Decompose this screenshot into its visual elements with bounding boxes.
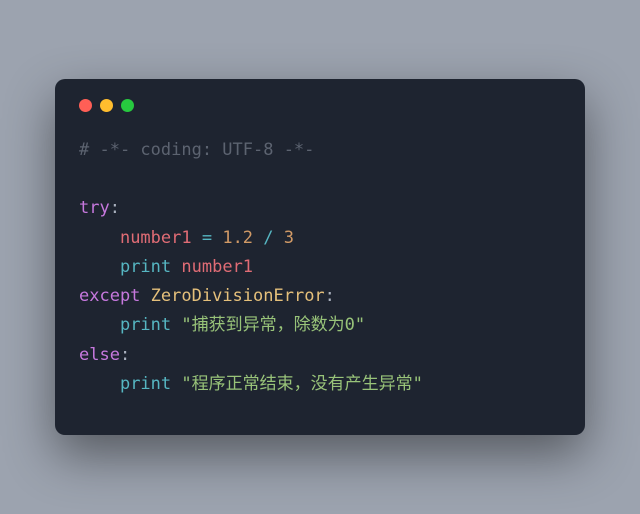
except-keyword: except	[79, 286, 140, 306]
variable: number1	[181, 257, 253, 277]
space	[171, 315, 181, 335]
space	[171, 257, 181, 277]
string-literal: "捕获到异常，除数为0"	[181, 315, 365, 335]
try-keyword: try	[79, 198, 110, 218]
colon: :	[110, 198, 120, 218]
space	[140, 286, 150, 306]
number-literal: 1.2	[222, 228, 253, 248]
indent	[79, 257, 120, 277]
colon: :	[120, 345, 130, 365]
comment-line: # -*- coding: UTF-8 -*-	[79, 140, 314, 160]
indent	[79, 374, 120, 394]
print-keyword: print	[120, 374, 171, 394]
string-literal: "程序正常结束，没有产生异常"	[181, 374, 422, 394]
close-icon[interactable]	[79, 99, 92, 112]
exception-type: ZeroDivisionError	[151, 286, 325, 306]
minimize-icon[interactable]	[100, 99, 113, 112]
else-keyword: else	[79, 345, 120, 365]
zoom-icon[interactable]	[121, 99, 134, 112]
indent	[79, 228, 120, 248]
number-literal: 3	[284, 228, 294, 248]
divide-op: /	[253, 228, 284, 248]
assign-op: =	[192, 228, 223, 248]
indent	[79, 315, 120, 335]
code-window: # -*- coding: UTF-8 -*- try: number1 = 1…	[55, 79, 585, 435]
variable: number1	[120, 228, 192, 248]
print-keyword: print	[120, 315, 171, 335]
code-block: # -*- coding: UTF-8 -*- try: number1 = 1…	[79, 136, 561, 399]
colon: :	[325, 286, 335, 306]
print-keyword: print	[120, 257, 171, 277]
space	[171, 374, 181, 394]
window-controls	[79, 99, 561, 112]
